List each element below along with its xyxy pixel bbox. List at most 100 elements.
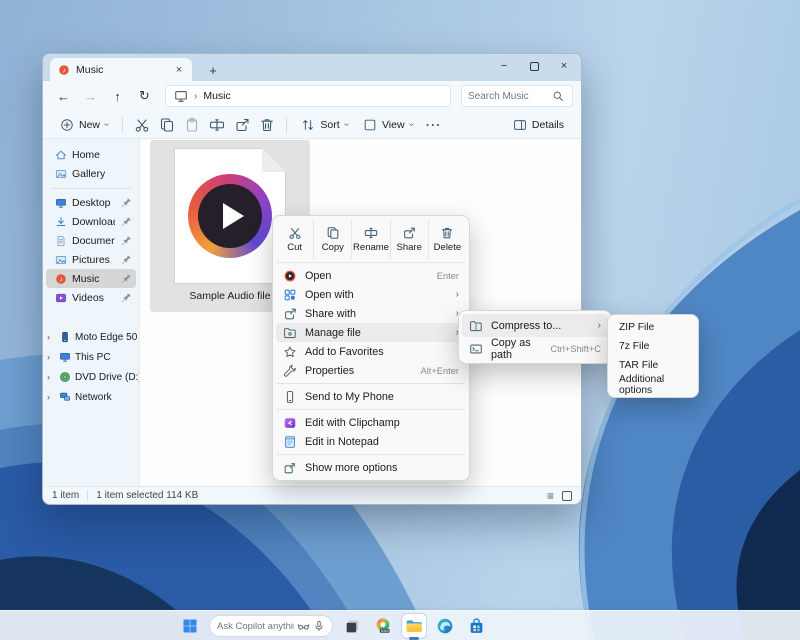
close-button[interactable]: ×: [549, 54, 579, 78]
submenu-chevron-icon: ›: [456, 289, 459, 300]
paste-button[interactable]: [180, 113, 204, 137]
shortcut-label: Enter: [437, 271, 459, 281]
minimize-button[interactable]: −: [489, 54, 519, 78]
sidebar-item-dvd-drive[interactable]: › DVD Drive (D:) CCC: [43, 367, 139, 387]
start-button[interactable]: [178, 614, 202, 638]
menu-item-manage-file[interactable]: Manage file ›: [276, 323, 466, 342]
submenu-item-zip-file[interactable]: ZIP File: [611, 318, 695, 337]
menu-item-open-with[interactable]: Open with ›: [276, 285, 466, 304]
more-button[interactable]: ⋯: [421, 113, 445, 137]
expand-chevron-icon[interactable]: ›: [47, 352, 55, 362]
menu-item-share-with[interactable]: Share with ›: [276, 304, 466, 323]
tab-close-icon[interactable]: ×: [172, 63, 186, 77]
rename-action[interactable]: Rename: [351, 219, 389, 259]
expand-chevron-icon[interactable]: ›: [47, 372, 55, 382]
share-icon: [234, 117, 250, 133]
menu-item-properties[interactable]: Properties Alt+Enter: [276, 361, 466, 380]
submenu-item-additional-options[interactable]: Additional options: [611, 375, 695, 394]
search-input[interactable]: [468, 91, 552, 102]
sidebar-item-documents[interactable]: Documents: [46, 231, 136, 250]
submenu-item-copy-as-path[interactable]: Copy as path Ctrl+Shift+C: [462, 337, 608, 360]
menu-item-add-to-favorites[interactable]: Add to Favorites: [276, 342, 466, 361]
submenu-item-tar-file[interactable]: TAR File: [611, 356, 695, 375]
new-tab-button[interactable]: +: [206, 63, 220, 77]
sidebar-item-desktop[interactable]: Desktop: [46, 193, 136, 212]
breadcrumb[interactable]: Music: [203, 90, 230, 102]
new-button[interactable]: New ›: [53, 113, 115, 137]
copy-icon: [159, 117, 175, 133]
rename-button[interactable]: [205, 113, 229, 137]
delete-action[interactable]: Delete: [428, 219, 466, 259]
copy-button[interactable]: [155, 113, 179, 137]
compress-folder-icon: [469, 319, 483, 333]
copy-action[interactable]: Copy: [313, 219, 351, 259]
notepad-icon: [283, 435, 297, 449]
address-bar[interactable]: › Music: [165, 85, 451, 107]
sidebar-item-gallery[interactable]: Gallery: [46, 164, 136, 183]
breadcrumb-chevron-icon: ›: [194, 91, 197, 102]
copilot-search-pill[interactable]: [209, 615, 333, 637]
details-button[interactable]: Details: [506, 113, 571, 137]
sidebar-item-moto-edge[interactable]: › Moto Edge 50 Neo: [43, 327, 139, 347]
pin-icon: [120, 254, 132, 266]
search-box[interactable]: [461, 85, 573, 107]
menu-item-open[interactable]: Open Enter: [276, 266, 466, 285]
pin-icon: [120, 235, 132, 247]
more-icon: ⋯: [425, 115, 441, 135]
context-menu-actions: Cut Copy Rename Share Delete: [276, 219, 466, 259]
expand-chevron-icon[interactable]: ›: [47, 332, 55, 342]
forward-button[interactable]: →: [78, 85, 103, 107]
share-button[interactable]: [230, 113, 254, 137]
maximize-icon: [530, 62, 539, 71]
sidebar-item-this-pc[interactable]: › This PC: [43, 347, 139, 367]
task-view-button[interactable]: [340, 614, 364, 638]
copilot-search-input[interactable]: [217, 621, 294, 632]
edge-button[interactable]: [433, 614, 457, 638]
sidebar-item-network[interactable]: › Network: [43, 387, 139, 407]
this-pc-icon: [174, 89, 188, 103]
sidebar-item-music[interactable]: ♪ Music: [46, 269, 136, 288]
maximize-button[interactable]: [519, 54, 549, 78]
delete-button[interactable]: [255, 113, 279, 137]
sidebar-item-home[interactable]: Home: [46, 145, 136, 164]
menu-item-edit-in-notepad[interactable]: Edit in Notepad: [276, 432, 466, 451]
cut-action[interactable]: Cut: [276, 219, 313, 259]
store-icon: [468, 618, 485, 635]
clipchamp-icon: [283, 416, 297, 430]
pin-icon: [120, 216, 132, 228]
back-button[interactable]: ←: [51, 85, 76, 107]
up-button[interactable]: ↑: [105, 85, 130, 107]
file-explorer-button[interactable]: [402, 614, 426, 638]
expand-chevron-icon[interactable]: ›: [47, 392, 55, 402]
menu-item-send-to-my-phone[interactable]: Send to My Phone: [276, 387, 466, 406]
taskbar: M365: [0, 610, 800, 640]
desktop-icon: [55, 197, 67, 209]
microphone-icon[interactable]: [313, 620, 325, 632]
status-bar: 1 item 1 item selected 114 KB ≡: [43, 486, 581, 504]
downloads-icon: [55, 216, 67, 228]
vision-glasses-icon[interactable]: [297, 620, 310, 633]
share-action[interactable]: Share: [390, 219, 428, 259]
list-view-toggle[interactable]: ≡: [547, 489, 554, 503]
sort-icon: [301, 118, 315, 132]
submenu-item-compress-to[interactable]: Compress to... ›: [462, 314, 608, 337]
store-button[interactable]: [464, 614, 488, 638]
play-ring-icon: [188, 174, 272, 258]
menu-item-show-more-options[interactable]: Show more options: [276, 458, 466, 477]
view-button[interactable]: View ›: [356, 113, 420, 137]
sort-button[interactable]: Sort ›: [294, 113, 355, 137]
sidebar-item-videos[interactable]: Videos: [46, 288, 136, 307]
cut-icon: [288, 226, 302, 240]
menu-item-edit-with-clipchamp[interactable]: Edit with Clipchamp: [276, 413, 466, 432]
share-with-icon: [283, 307, 297, 321]
cut-button[interactable]: [130, 113, 154, 137]
submenu-item-7z-file[interactable]: 7z File: [611, 337, 695, 356]
refresh-button[interactable]: ↻: [132, 85, 157, 107]
tab-music[interactable]: ♪ Music ×: [50, 58, 192, 81]
sidebar-item-downloads[interactable]: Downloads: [46, 212, 136, 231]
paste-icon: [184, 117, 200, 133]
large-icons-view-toggle[interactable]: [562, 491, 572, 501]
chevron-down-icon: ›: [406, 123, 417, 126]
m365-copilot-button[interactable]: M365: [371, 614, 395, 638]
sidebar-item-pictures[interactable]: Pictures: [46, 250, 136, 269]
